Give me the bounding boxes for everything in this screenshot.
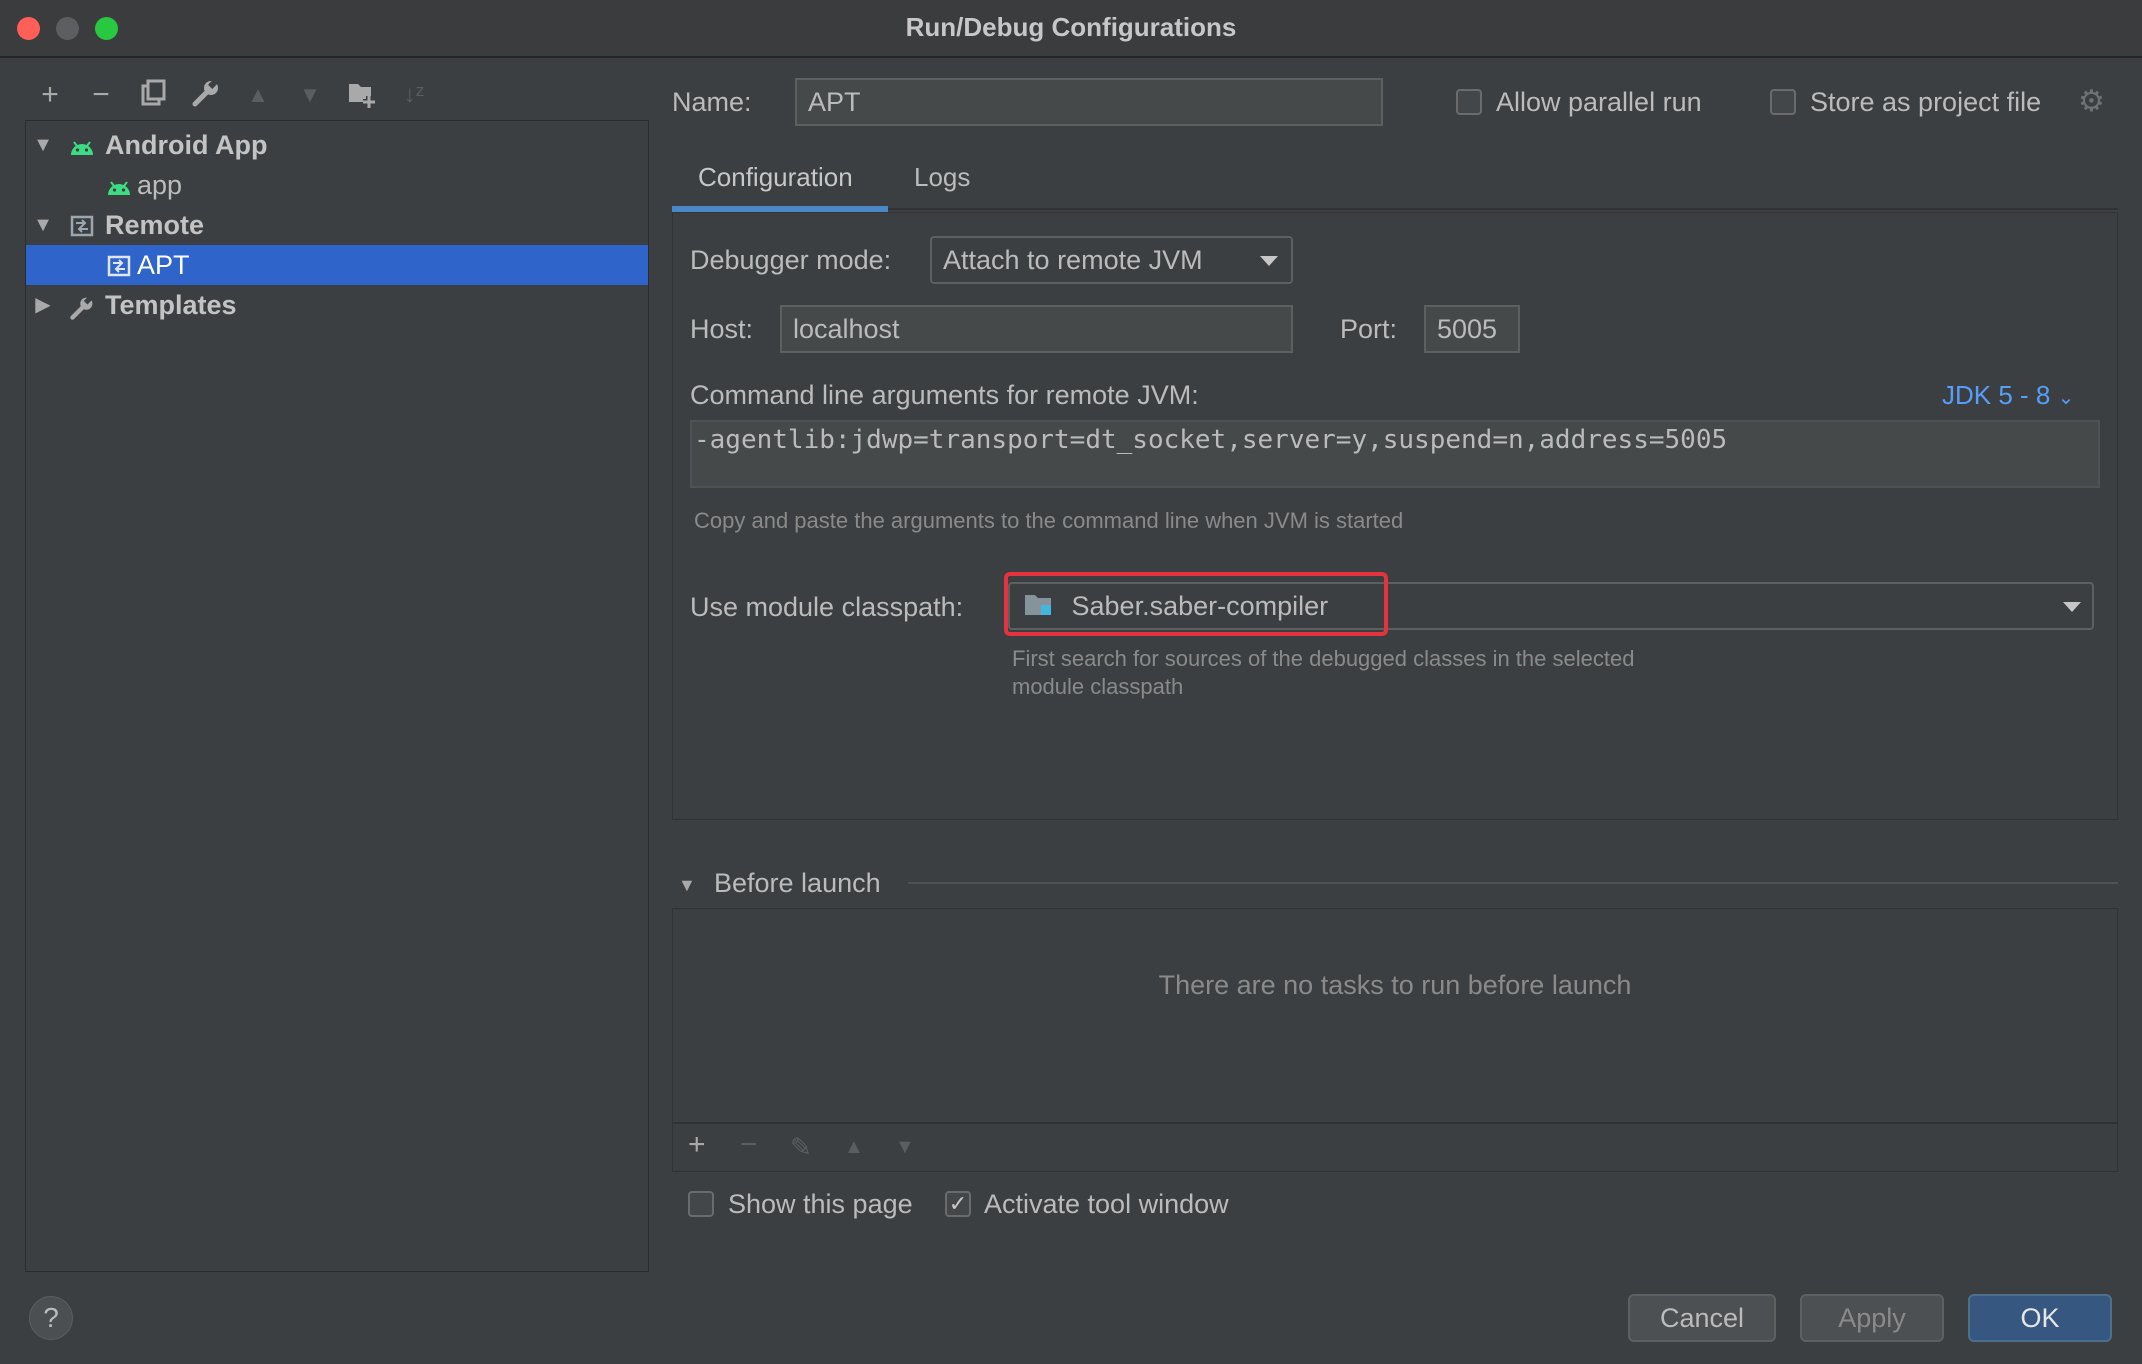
tree-item-label: Remote <box>105 210 205 240</box>
apply-button[interactable]: Apply <box>1800 1294 1944 1342</box>
new-folder-icon[interactable] <box>345 78 379 112</box>
before-launch-title: Before launch <box>714 868 881 898</box>
run-debug-dialog: Run/Debug Configurations + − ▲ ▼ ↓ᶻ ▼ An… <box>0 0 2142 1364</box>
chevron-down-icon <box>2063 602 2081 612</box>
tree-item-label: APT <box>137 250 190 280</box>
collapse-arrow-icon[interactable]: ▼ <box>678 875 696 896</box>
tree-item-label: Templates <box>105 290 237 320</box>
wrench-icon <box>69 287 95 327</box>
before-launch-toolbar-divider <box>672 1122 2118 1124</box>
classpath-label: Use module classpath: <box>690 592 964 622</box>
before-launch-divider <box>908 882 2118 884</box>
show-page-checkbox[interactable] <box>688 1191 714 1217</box>
show-page-label: Show this page <box>728 1189 913 1219</box>
remove-icon[interactable]: − <box>84 78 118 112</box>
debugger-mode-select[interactable]: Attach to remote JVM <box>930 236 1293 284</box>
cancel-button[interactable]: Cancel <box>1628 1294 1776 1342</box>
port-input[interactable]: 5005 <box>1424 305 1520 353</box>
move-task-down-icon[interactable]: ▼ <box>895 1136 915 1159</box>
configuration-tree: ▼ Android App app ▼ Remote APT ▶ Templat… <box>25 120 649 1272</box>
classpath-hint-line1: First search for sources of the debugged… <box>1012 646 1635 671</box>
tree-item-label: app <box>137 170 183 200</box>
tree-item-app[interactable]: app <box>26 165 648 205</box>
activate-tool-checkbox[interactable]: ✓ <box>945 1191 971 1217</box>
host-label: Host: <box>690 314 754 344</box>
move-down-icon[interactable]: ▼ <box>293 78 327 112</box>
move-task-up-icon[interactable]: ▲ <box>844 1136 864 1159</box>
allow-parallel-label: Allow parallel run <box>1496 87 1702 117</box>
host-input[interactable]: localhost <box>780 305 1293 353</box>
tree-item-templates[interactable]: ▶ Templates <box>26 285 648 325</box>
highlight-annotation <box>1004 572 1388 636</box>
collapse-arrow-icon[interactable]: ▶ <box>32 285 54 325</box>
tab-configuration[interactable]: Configuration <box>698 162 853 193</box>
tree-item-apt[interactable]: APT <box>26 245 648 285</box>
tree-item-remote[interactable]: ▼ Remote <box>26 205 648 245</box>
move-up-icon[interactable]: ▲ <box>241 78 275 112</box>
chevron-down-icon <box>1260 256 1278 266</box>
port-label: Port: <box>1340 314 1398 344</box>
activate-tool-label: Activate tool window <box>984 1189 1229 1219</box>
wrench-icon[interactable] <box>189 78 223 112</box>
android-icon <box>69 125 95 165</box>
remote-debug-icon <box>106 245 132 285</box>
ok-button[interactable]: OK <box>1968 1294 2112 1342</box>
expand-arrow-icon[interactable]: ▼ <box>32 125 54 165</box>
name-input[interactable]: APT <box>795 78 1383 126</box>
cmdline-label: Command line arguments for remote JVM: <box>690 380 1199 410</box>
debugger-mode-label: Debugger mode: <box>690 245 892 275</box>
cmdline-args-field[interactable]: -agentlib:jdwp=transport=dt_socket,serve… <box>690 420 2100 488</box>
before-launch-empty: There are no tasks to run before launch <box>1158 970 1632 1000</box>
sort-alpha-icon[interactable]: ↓ᶻ <box>397 78 431 112</box>
tree-item-android-app[interactable]: ▼ Android App <box>26 125 648 165</box>
name-label: Name: <box>672 87 752 117</box>
remote-debug-icon <box>69 205 95 245</box>
gear-icon[interactable]: ⚙ <box>2078 87 2105 117</box>
add-icon[interactable]: + <box>33 78 67 112</box>
expand-arrow-icon[interactable]: ▼ <box>32 205 54 245</box>
before-launch-panel <box>672 908 2118 1172</box>
chevron-down-icon: ⌄ <box>2057 387 2075 409</box>
cmdline-hint: Copy and paste the arguments to the comm… <box>694 508 1404 533</box>
tree-item-label: Android App <box>105 130 268 160</box>
jdk-version-label: JDK 5 - 8 <box>1942 380 2051 410</box>
store-project-checkbox[interactable] <box>1770 89 1796 115</box>
edit-task-icon[interactable]: ✎ <box>790 1132 812 1163</box>
tab-logs[interactable]: Logs <box>914 162 970 193</box>
title-bar: Run/Debug Configurations <box>0 0 2142 58</box>
allow-parallel-checkbox[interactable] <box>1456 89 1482 115</box>
copy-icon[interactable] <box>137 78 171 112</box>
android-icon <box>106 165 132 205</box>
window-title: Run/Debug Configurations <box>905 12 1237 42</box>
classpath-hint-line2: module classpath <box>1012 674 1184 699</box>
jdk-version-link[interactable]: JDK 5 - 8 ⌄ <box>1942 380 2074 411</box>
remove-task-icon[interactable]: − <box>740 1128 758 1162</box>
add-task-icon[interactable]: + <box>688 1128 706 1162</box>
store-project-label: Store as project file <box>1810 87 2042 117</box>
tabs-divider <box>672 208 2118 210</box>
help-button[interactable]: ? <box>29 1296 73 1340</box>
debugger-mode-value: Attach to remote JVM <box>943 245 1203 275</box>
